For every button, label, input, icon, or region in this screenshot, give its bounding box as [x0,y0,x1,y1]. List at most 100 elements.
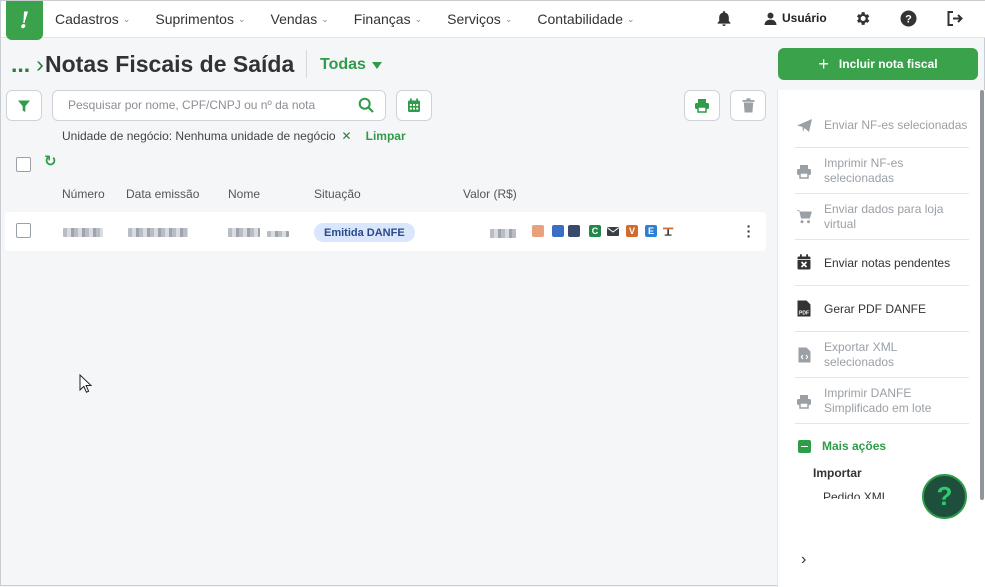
remove-filter-icon[interactable]: ✕ [342,129,352,143]
truck-icon[interactable] [663,225,675,237]
chevron-down-icon: ⌄ [414,13,423,24]
redacted-date [128,228,188,237]
panel-scrollbar[interactable] [980,90,984,500]
row-checkbox[interactable] [16,223,31,238]
menu-vendas[interactable]: Vendas ⌄ [271,11,329,27]
action-send-nfe[interactable]: Enviar NF-es selecionadas [795,109,969,141]
logout-icon[interactable] [946,10,964,28]
import-heading: Importar [813,466,862,480]
action-send-store[interactable]: Enviar dados para loja virtual [795,201,969,233]
menu-servicos[interactable]: Serviços ⌄ [447,11,512,27]
select-all-checkbox[interactable] [16,157,31,172]
filter-button[interactable] [6,90,42,121]
search-input[interactable] [68,98,348,112]
action-label: Imprimir DANFE Simplificado em lote [824,386,932,415]
divider [795,147,969,148]
status-icon[interactable] [552,225,564,237]
status-icon-c[interactable]: C [589,225,601,237]
status-filter-dropdown[interactable]: Todas [320,56,382,74]
action-label: Imprimir NF-es selecionadas [824,156,904,185]
paper-plane-icon [795,116,813,134]
menu-cadastros[interactable]: Cadastros ⌄ [55,11,130,27]
page-title: Notas Fiscais de Saída [45,51,295,77]
redacted-name [267,231,289,237]
status-icon-v[interactable]: V [626,225,638,237]
menu-label: Suprimentos [155,11,234,27]
user-label: Usuário [782,11,827,25]
plus-icon: + [818,53,829,74]
menu-suprimentos[interactable]: Suprimentos ⌄ [155,11,245,27]
user-menu[interactable]: Usuário [764,11,827,25]
calendar-icon [408,98,420,112]
chevron-down-icon: ⌄ [122,13,131,24]
action-print-nfe[interactable]: Imprimir NF-es selecionadas [795,155,969,187]
printer-icon [695,99,709,113]
divider [795,331,969,332]
app-logo[interactable]: ! [6,1,43,40]
action-export-xml[interactable]: Exportar XML selecionados [795,339,969,371]
breadcrumb[interactable]: ... › [11,51,44,78]
chevron-right-icon: › [36,51,44,77]
column-header-nome[interactable]: Nome [228,187,260,201]
top-navbar: ! Cadastros ⌄ Suprimentos ⌄ Vendas ⌄ Finanç… [1,1,985,40]
row-actions-kebab-icon[interactable]: · · · [745,219,753,243]
menu-financas[interactable]: Finanças ⌄ [354,11,422,27]
refresh-icon[interactable]: ↻ [44,152,57,170]
menu-contabilidade[interactable]: Contabilidade ⌄ [537,11,634,27]
app-window: ! Cadastros ⌄ Suprimentos ⌄ Vendas ⌄ Finanç… [0,0,985,587]
action-label: Gerar PDF DANFE [824,301,927,316]
action-generate-pdf[interactable]: PDF Gerar PDF DANFE [795,299,969,317]
add-invoice-button[interactable]: + Incluir nota fiscal [778,48,978,80]
menu-label: Cadastros [55,11,119,27]
action-print-danfe-batch[interactable]: Imprimir DANFE Simplificado em lote [795,385,969,417]
menu-label: Contabilidade [537,11,623,27]
import-xml-order-item[interactable]: Pedido XML [823,490,888,499]
date-range-button[interactable] [396,90,432,121]
pdf-file-icon: PDF [795,299,813,317]
svg-text:?: ? [905,14,912,26]
divider [795,285,969,286]
action-send-pending[interactable]: Enviar notas pendentes [795,254,969,271]
redacted-name [228,228,260,237]
clear-filters-link[interactable]: Limpar [366,129,406,143]
search-box [52,90,386,121]
cart-icon [795,207,813,225]
help-circle-icon[interactable]: ? [900,10,918,28]
more-actions-toggle[interactable]: Mais ações [798,439,886,453]
chevron-down-icon: ⌄ [626,13,635,24]
column-header-situacao[interactable]: Situação [314,187,361,201]
chevron-right-icon[interactable]: › [801,551,806,569]
column-header-data-emissao[interactable]: Data emissão [126,187,199,201]
user-icon [764,12,777,25]
delete-button[interactable] [730,90,766,121]
menu-label: Finanças [353,11,411,27]
search-icon[interactable] [358,97,374,118]
action-label: Enviar dados para loja virtual [824,202,944,231]
redacted-number [63,228,103,237]
main-menu: Cadastros ⌄ Suprimentos ⌄ Vendas ⌄ Finanças… [55,1,660,37]
status-icon[interactable] [568,225,580,237]
print-button[interactable] [684,90,720,121]
action-label: Enviar notas pendentes [824,255,951,270]
status-badge: Emitida DANFE [314,223,415,242]
chevron-down-icon: ⌄ [321,13,329,24]
mouse-cursor-icon [79,373,93,398]
funnel-icon [18,100,30,112]
status-filter-label: Todas [320,56,366,73]
breadcrumb-ellipsis: ... [11,51,31,77]
gear-icon[interactable] [854,10,872,28]
caret-down-icon [371,61,382,69]
menu-label: Vendas [270,11,318,27]
active-filter-chip: Unidade de negócio: Nenhuma unidade de n… [62,129,406,143]
help-chat-button[interactable]: ? [922,474,967,519]
status-icon[interactable] [532,225,544,237]
code-file-icon [795,346,813,364]
envelope-icon[interactable] [607,225,619,237]
column-header-numero[interactable]: Número [62,187,105,201]
chevron-down-icon: ⌄ [237,13,246,24]
column-header-valor[interactable]: Valor (R$) [463,187,517,201]
divider [306,50,307,78]
status-icon-e[interactable]: E [645,225,657,237]
action-label: Exportar XML selecionados [824,340,897,369]
bell-icon[interactable] [716,10,734,28]
